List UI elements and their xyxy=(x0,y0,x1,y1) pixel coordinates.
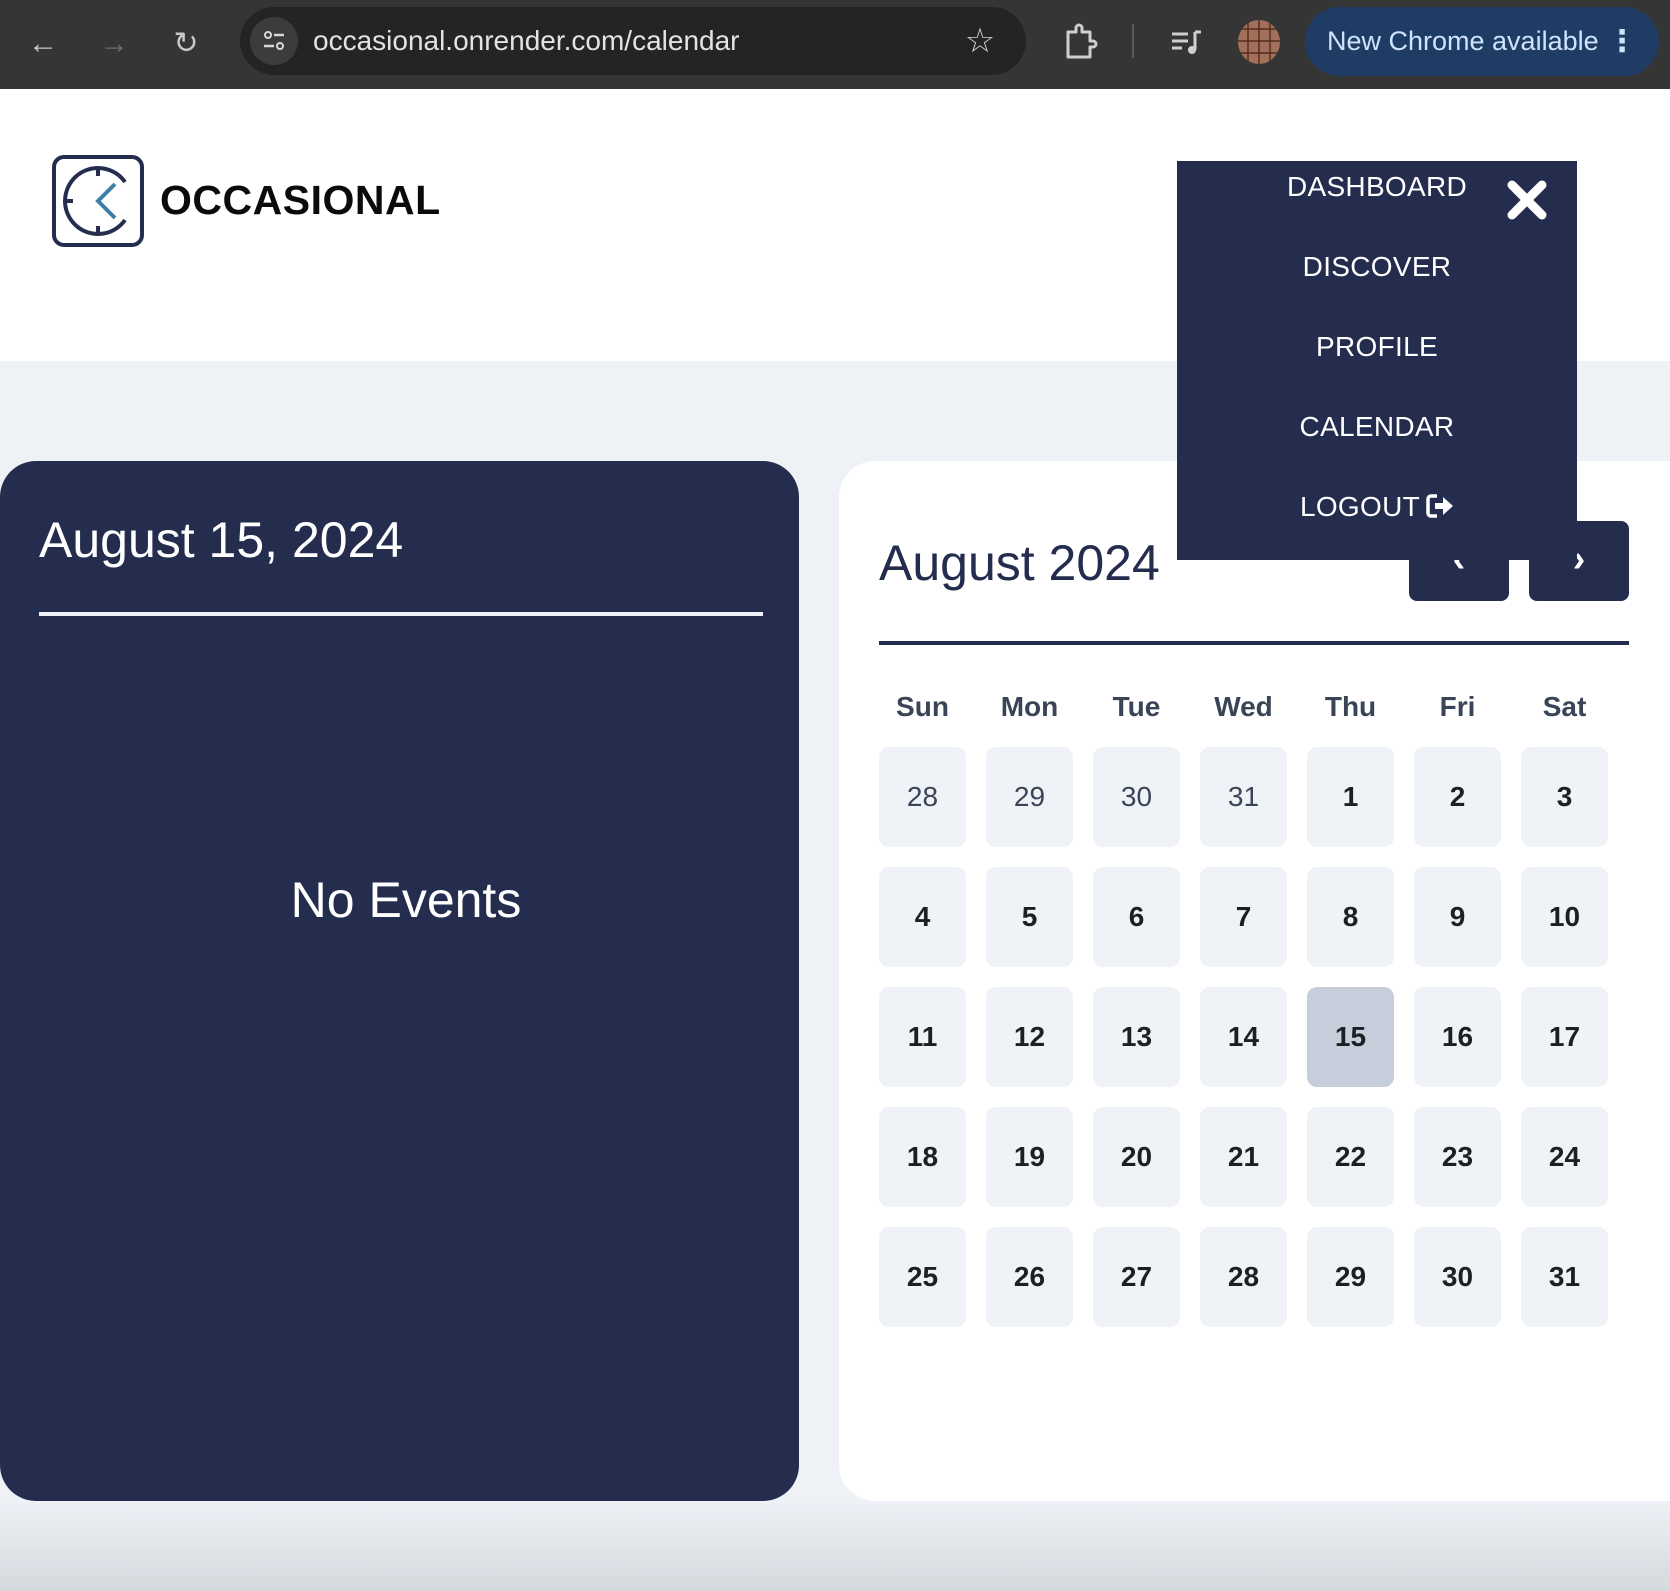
weekday-label: Sat xyxy=(1542,691,1587,722)
calendar-day[interactable]: 7 xyxy=(1200,867,1287,967)
reload-icon[interactable]: ↻ xyxy=(164,22,208,66)
weekday-label: Wed xyxy=(1214,691,1273,722)
calendar-day[interactable]: 26 xyxy=(986,1227,1073,1327)
calendar-day[interactable]: 21 xyxy=(1200,1107,1287,1207)
no-events-message: No Events xyxy=(290,872,522,928)
calendar-day-outside[interactable]: 31 xyxy=(1200,747,1287,847)
calendar-day[interactable]: 14 xyxy=(1200,987,1287,1087)
menu-item-calendar[interactable]: CALENDAR xyxy=(1177,411,1577,443)
calendar-day[interactable]: 24 xyxy=(1521,1107,1608,1207)
calendar-day[interactable]: 15 xyxy=(1307,987,1394,1087)
divider xyxy=(39,612,763,616)
calendar-day[interactable]: 12 xyxy=(986,987,1073,1087)
new-chrome-available-button[interactable]: New Chrome available ⋮ xyxy=(1305,7,1659,76)
calendar-day-outside[interactable]: 28 xyxy=(879,747,966,847)
calendar-day-outside[interactable]: 29 xyxy=(986,747,1073,847)
logo-icon[interactable] xyxy=(51,154,145,248)
calendar-day[interactable]: 13 xyxy=(1093,987,1180,1087)
back-icon[interactable]: ← xyxy=(21,22,65,66)
menu-item-profile[interactable]: PROFILE xyxy=(1177,331,1577,363)
weekday-label: Sun xyxy=(896,691,949,722)
calendar-day[interactable]: 1 xyxy=(1307,747,1394,847)
weekday-label: Thu xyxy=(1324,691,1377,722)
logout-label: LOGOUT xyxy=(1299,491,1421,522)
calendar-panel: August 2024 ‹ › SunMonTueWedThuFriSat 28… xyxy=(839,461,1670,1501)
toolbar-divider xyxy=(1132,24,1134,58)
menu-item-discover[interactable]: DISCOVER xyxy=(1177,251,1577,283)
calendar-day[interactable]: 3 xyxy=(1521,747,1608,847)
calendar-day[interactable]: 20 xyxy=(1093,1107,1180,1207)
month-title: August 2024 xyxy=(879,535,1160,591)
weekday-label: Tue xyxy=(1112,691,1161,722)
day-events-panel: August 15, 2024 No Events xyxy=(0,461,799,1501)
calendar-day[interactable]: 25 xyxy=(879,1227,966,1327)
calendar-day[interactable]: 4 xyxy=(879,867,966,967)
calendar-day[interactable]: 6 xyxy=(1093,867,1180,967)
menu-item-logout[interactable]: LOGOUT xyxy=(1177,491,1577,526)
page-bottom xyxy=(0,1501,1670,1591)
calendar-day[interactable]: 18 xyxy=(879,1107,966,1207)
bookmark-star-icon[interactable]: ☆ xyxy=(960,19,1000,63)
profile-avatar[interactable] xyxy=(1238,20,1280,64)
forward-icon[interactable]: → xyxy=(92,22,136,66)
calendar-day[interactable]: 17 xyxy=(1521,987,1608,1087)
browser-toolbar: ← → ↻ occasional.onrender.com/calendar ☆ xyxy=(0,0,1670,89)
calendar-day[interactable]: 16 xyxy=(1414,987,1501,1087)
nav-menu: DASHBOARD DISCOVER PROFILE CALENDAR LOGO… xyxy=(1177,161,1577,560)
close-icon[interactable] xyxy=(1504,177,1550,223)
calendar-day-outside[interactable]: 30 xyxy=(1093,747,1180,847)
calendar-day[interactable]: 29 xyxy=(1307,1227,1394,1327)
calendar-day[interactable]: 8 xyxy=(1307,867,1394,967)
url-text[interactable]: occasional.onrender.com/calendar xyxy=(313,7,739,75)
calendar-day[interactable]: 19 xyxy=(986,1107,1073,1207)
calendar-day[interactable]: 31 xyxy=(1521,1227,1608,1327)
extensions-icon[interactable] xyxy=(1055,18,1105,68)
update-label: New Chrome available xyxy=(1327,26,1599,56)
calendar-day[interactable]: 30 xyxy=(1414,1227,1501,1327)
calendar-day[interactable]: 28 xyxy=(1200,1227,1287,1327)
calendar-day[interactable]: 5 xyxy=(986,867,1073,967)
site-info-icon[interactable] xyxy=(250,17,298,65)
calendar-day[interactable]: 27 xyxy=(1093,1227,1180,1327)
calendar-day[interactable]: 22 xyxy=(1307,1107,1394,1207)
media-control-icon[interactable] xyxy=(1163,18,1213,68)
more-icon[interactable]: ⋮ xyxy=(1607,7,1637,76)
weekday-label: Fri xyxy=(1439,691,1476,722)
calendar-day[interactable]: 23 xyxy=(1414,1107,1501,1207)
calendar-day[interactable]: 10 xyxy=(1521,867,1608,967)
divider xyxy=(879,641,1629,645)
brand-name[interactable]: OCCASIONAL xyxy=(160,177,441,224)
calendar-day[interactable]: 9 xyxy=(1414,867,1501,967)
calendar-day[interactable]: 11 xyxy=(879,987,966,1087)
sign-out-icon xyxy=(1426,493,1454,526)
selected-date-title: August 15, 2024 xyxy=(39,512,404,568)
calendar-day[interactable]: 2 xyxy=(1414,747,1501,847)
weekday-label: Mon xyxy=(1000,691,1059,722)
address-bar[interactable]: occasional.onrender.com/calendar ☆ xyxy=(240,7,1026,75)
